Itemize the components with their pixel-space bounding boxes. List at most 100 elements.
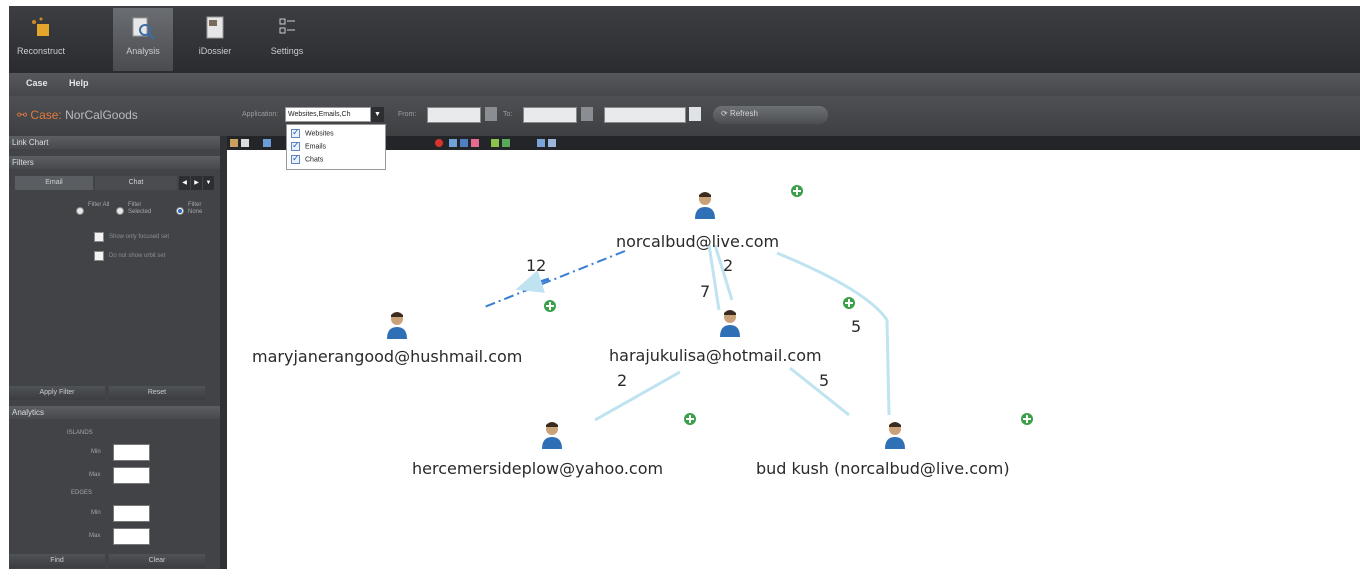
- dropdown-option-chats[interactable]: Chats: [291, 153, 324, 164]
- case-name: NorCalGoods: [65, 108, 138, 122]
- from-calendar-icon[interactable]: [485, 107, 497, 121]
- radio-label-filter-selected: Filter Selected: [128, 202, 152, 215]
- edge-count-label: 5: [819, 371, 829, 390]
- node-budkush[interactable]: bud kush (norcalbud@live.com): [756, 422, 1010, 478]
- edge-harajuku-hercemer[interactable]: [594, 370, 681, 422]
- menu-item-case[interactable]: Case: [26, 78, 48, 88]
- refresh-button[interactable]: ⟳ Refresh: [713, 106, 828, 124]
- node-hercemersideplow[interactable]: hercemersideplow@yahoo.com: [412, 422, 663, 478]
- expand-plus-icon[interactable]: [684, 413, 696, 425]
- tab-menu-icon[interactable]: ▼: [203, 176, 214, 190]
- tab-next-icon[interactable]: ▶: [191, 176, 202, 190]
- edge-count-label: 5: [851, 317, 861, 336]
- ribbon-bar: Reconstruct Analysis iDossier Settings: [9, 6, 1360, 73]
- case-icon: ⚯: [17, 108, 28, 122]
- checkbox-no-orbit[interactable]: [94, 251, 104, 261]
- search-icon[interactable]: [689, 107, 701, 121]
- ribbon-label-analysis: Analysis: [126, 46, 160, 56]
- search-input[interactable]: [604, 107, 686, 123]
- expand-plus-icon[interactable]: [544, 300, 556, 312]
- menu-bar: Case Help: [9, 73, 1360, 96]
- radio-filter-all[interactable]: [76, 207, 84, 215]
- ribbon-label-reconstruct: Reconstruct: [16, 46, 66, 56]
- expand-plus-icon[interactable]: [1021, 413, 1033, 425]
- islands-min-input[interactable]: [113, 444, 150, 461]
- dossier-icon: [206, 16, 224, 39]
- apply-filter-button[interactable]: Apply Filter: [9, 386, 105, 400]
- checkbox-label-show-focused: Show only focused set: [109, 234, 170, 240]
- application-dropdown: Websites Emails Chats: [286, 124, 386, 170]
- analytics-header: Analytics: [9, 406, 220, 419]
- islands-max-input[interactable]: [113, 467, 150, 484]
- edge-count-label: 12: [526, 256, 546, 275]
- node-label: harajukulisa@hotmail.com: [609, 346, 822, 365]
- checkbox-checked-icon[interactable]: [291, 127, 300, 138]
- analysis-icon: [132, 17, 155, 40]
- link-chart-canvas[interactable]: norcalbud@live.com maryjanerangood@hushm…: [227, 150, 1360, 569]
- dropdown-option-label: Chats: [305, 156, 324, 164]
- node-label: norcalbud@live.com: [616, 232, 779, 251]
- filters-header: Filters: [9, 156, 220, 169]
- refresh-label: Refresh: [729, 109, 758, 118]
- edge-count-label: 2: [617, 371, 627, 390]
- to-calendar-icon[interactable]: [581, 107, 593, 121]
- edges-max-label: Max: [89, 533, 101, 539]
- graph-toolbar: [227, 136, 1360, 150]
- ribbon-button-idossier[interactable]: iDossier: [185, 8, 245, 71]
- tab-prev-icon[interactable]: ◀: [179, 176, 190, 190]
- expand-plus-icon[interactable]: [843, 297, 855, 309]
- ribbon-button-reconstruct[interactable]: Reconstruct: [11, 8, 71, 71]
- chevron-down-icon[interactable]: ▼: [371, 107, 384, 122]
- menu-item-help[interactable]: Help: [69, 78, 89, 88]
- person-icon: [885, 422, 905, 449]
- settings-icon: [279, 18, 295, 34]
- node-label: maryjanerangood@hushmail.com: [252, 347, 522, 366]
- reconstruct-icon: [32, 17, 49, 36]
- link-chart-graph[interactable]: norcalbud@live.com maryjanerangood@hushm…: [227, 150, 1360, 569]
- from-date-input[interactable]: [427, 107, 481, 123]
- person-icon: [720, 310, 740, 337]
- radio-selected-dot: [178, 209, 182, 213]
- ribbon-button-analysis[interactable]: Analysis: [113, 8, 173, 71]
- from-label: From:: [398, 111, 417, 118]
- radio-filter-none[interactable]: [176, 207, 184, 215]
- edge-count-label: 7: [700, 282, 710, 301]
- edges-max-input[interactable]: [113, 528, 150, 545]
- tab-chat[interactable]: Chat: [95, 176, 177, 190]
- islands-max-label: Max: [89, 472, 101, 478]
- toolbar-icon-group[interactable]: [230, 139, 556, 147]
- person-icon: [542, 422, 562, 449]
- node-norcalbud[interactable]: norcalbud@live.com: [616, 192, 779, 251]
- node-harajukulisa[interactable]: harajukulisa@hotmail.com: [609, 310, 822, 365]
- dropdown-option-websites[interactable]: Websites: [291, 127, 334, 138]
- checkbox-checked-icon[interactable]: [291, 140, 300, 151]
- radio-label-filter-none: Filter None: [188, 202, 203, 215]
- filter-tabs: Email Chat ◀ ▶ ▼: [15, 176, 219, 190]
- radio-label-filter-all: Filter All: [88, 202, 110, 208]
- ribbon-label-settings: Settings: [270, 46, 304, 56]
- edge-norcalbud-budkush[interactable]: [776, 251, 891, 416]
- refresh-icon: ⟳: [721, 109, 728, 118]
- radio-filter-selected[interactable]: [116, 207, 124, 215]
- checkbox-show-focused[interactable]: [94, 232, 104, 242]
- node-maryjanerangood[interactable]: maryjanerangood@hushmail.com: [252, 312, 522, 366]
- to-date-input[interactable]: [523, 107, 577, 123]
- dropdown-option-emails[interactable]: Emails: [291, 140, 326, 151]
- panel-splitter[interactable]: [220, 136, 227, 569]
- expand-plus-icon[interactable]: [791, 185, 803, 197]
- edges-min-label: Min: [91, 510, 101, 516]
- find-button[interactable]: Find: [9, 554, 105, 568]
- checkbox-label-no-orbit: Do not show orbit set: [109, 253, 166, 259]
- case-toolbar: ⚯ Case: NorCalGoods Application: Website…: [9, 96, 1360, 136]
- application-label: Application:: [242, 111, 279, 118]
- tab-email[interactable]: Email: [15, 176, 93, 190]
- edge-norcalbud-maryjane[interactable]: [481, 250, 626, 309]
- checkbox-checked-icon[interactable]: [291, 153, 300, 164]
- edges-min-input[interactable]: [113, 505, 150, 522]
- application-select[interactable]: Websites,Emails,Ch: [285, 107, 371, 122]
- reset-button[interactable]: Reset: [109, 386, 205, 400]
- clear-button[interactable]: Clear: [109, 554, 205, 568]
- link-chart-panel: Link Chart Filters Email Chat ◀ ▶ ▼ Filt…: [9, 136, 220, 569]
- ribbon-button-settings[interactable]: Settings: [257, 8, 317, 71]
- islands-label: ISLANDS: [67, 430, 93, 436]
